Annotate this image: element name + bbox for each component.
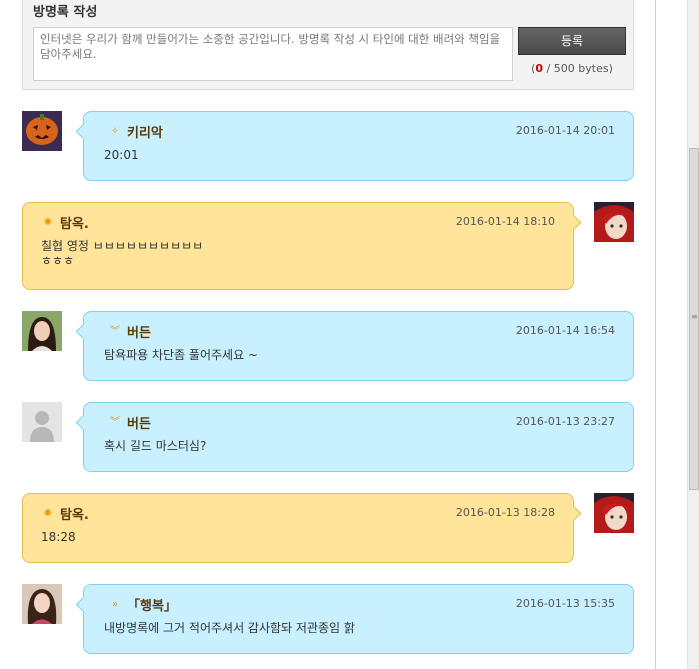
redhair-avatar[interactable] — [594, 202, 634, 242]
entry-bubble: ✺ 탐옥. 2016-01-13 18:28 18:28 — [22, 493, 582, 563]
vertical-scrollbar[interactable]: ≡ — [687, 0, 699, 669]
entry-message: 20:01 — [104, 148, 139, 162]
entry-date: 2016-01-14 20:01 — [515, 124, 615, 137]
rank-chevron-icon: ︾ — [110, 325, 120, 337]
write-title: 방명록 작성 — [33, 5, 98, 20]
grip-icon: ≡ — [691, 312, 698, 321]
author-name[interactable]: 버든 — [127, 413, 151, 432]
entry-message: 18:28 — [41, 530, 76, 544]
entry-bubble: ︾ 버든 2016-01-14 16:54 탐욕파용 차단좀 풀어주세요 ~ — [75, 311, 634, 381]
rank-wing-icon: ✧ — [110, 125, 120, 137]
byte-counter-limit: / 500 bytes) — [543, 62, 613, 75]
submit-button[interactable]: 등록 — [518, 27, 626, 55]
entry-date: 2016-01-13 23:27 — [515, 415, 615, 428]
bubble-tail — [75, 323, 92, 340]
entry-bubble: ✧ 키리악 2016-01-14 20:01 20:01 — [75, 111, 634, 181]
author-name[interactable]: 버든 — [127, 322, 151, 341]
woman-photo-icon — [22, 311, 62, 351]
girl-avatar[interactable] — [22, 584, 62, 624]
pumpkin-icon — [22, 111, 62, 151]
entry-author: ︾ 버든 — [108, 413, 151, 433]
entry-date: 2016-01-13 18:28 — [455, 506, 555, 519]
author-name[interactable]: 탐옥. — [60, 504, 89, 523]
guestbook-input[interactable]: 인터넷은 우리가 함께 만들어가는 소중한 공간입니다. 방명록 작성 시 타인… — [33, 27, 513, 81]
person-silhouette-icon — [22, 402, 62, 442]
entry-author: ✧ 키리악 — [108, 122, 163, 142]
rank-sun-icon: ✺ — [43, 507, 53, 519]
redhair-icon — [594, 202, 634, 242]
entry-date: 2016-01-14 16:54 — [515, 324, 615, 337]
default-avatar[interactable] — [22, 402, 62, 442]
bubble-tail — [75, 414, 92, 431]
write-box: 방명록 작성 인터넷은 우리가 함께 만들어가는 소중한 공간입니다. 방명록 … — [22, 0, 634, 90]
entry-author: ✺ 탐옥. — [41, 504, 89, 524]
bubble-tail — [75, 596, 92, 613]
entry-bubble: ✺ 탐옥. 2016-01-14 18:10 칠협 영정 ㅂㅂㅂㅂㅂㅂㅂㅂㅂㅂ … — [22, 202, 582, 290]
bubble-tail — [75, 123, 92, 140]
byte-counter: (0 / 500 bytes) — [518, 62, 626, 75]
author-name[interactable]: 탐옥. — [60, 213, 89, 232]
entry-message: 내방명록에 그거 적어주셔서 감사함돠 저관종임 핡 — [104, 621, 355, 635]
bubble-tail — [565, 214, 582, 231]
woman-avatar[interactable] — [22, 311, 62, 351]
entry-message: 혹시 길드 마스터심? — [104, 439, 207, 453]
bubble-tail — [565, 505, 582, 522]
author-name[interactable]: 「행복」 — [127, 595, 177, 614]
rank-sun-icon: ✺ — [43, 216, 53, 228]
entry-author: ✺ 탐옥. — [41, 213, 89, 233]
entry-author: » 「행복」 — [108, 595, 177, 615]
entry-date: 2016-01-13 15:35 — [515, 597, 615, 610]
rank-chevron-icon: ︾ — [110, 416, 120, 428]
girl-photo-icon — [22, 584, 62, 624]
entry-author: ︾ 버든 — [108, 322, 151, 342]
entry-message: 탐욕파용 차단좀 풀어주세요 ~ — [104, 348, 258, 362]
entry-message: 칠협 영정 ㅂㅂㅂㅂㅂㅂㅂㅂㅂㅂ ㅎㅎㅎ — [41, 239, 204, 268]
scrollbar-thumb[interactable]: ≡ — [689, 148, 699, 490]
pumpkin-avatar[interactable] — [22, 111, 62, 151]
rank-arrow-icon: » — [111, 598, 119, 610]
redhair-avatar[interactable] — [594, 493, 634, 533]
entry-date: 2016-01-14 18:10 — [455, 215, 555, 228]
redhair-icon — [594, 493, 634, 533]
entry-bubble: » 「행복」 2016-01-13 15:35 내방명록에 그거 적어주셔서 감… — [75, 584, 634, 654]
entry-bubble: ︾ 버든 2016-01-13 23:27 혹시 길드 마스터심? — [75, 402, 634, 472]
author-name[interactable]: 키리악 — [127, 122, 163, 141]
byte-count-value: 0 — [535, 62, 544, 75]
guestbook-panel: 방명록 작성 인터넷은 우리가 함께 만들어가는 소중한 공간입니다. 방명록 … — [0, 0, 656, 669]
